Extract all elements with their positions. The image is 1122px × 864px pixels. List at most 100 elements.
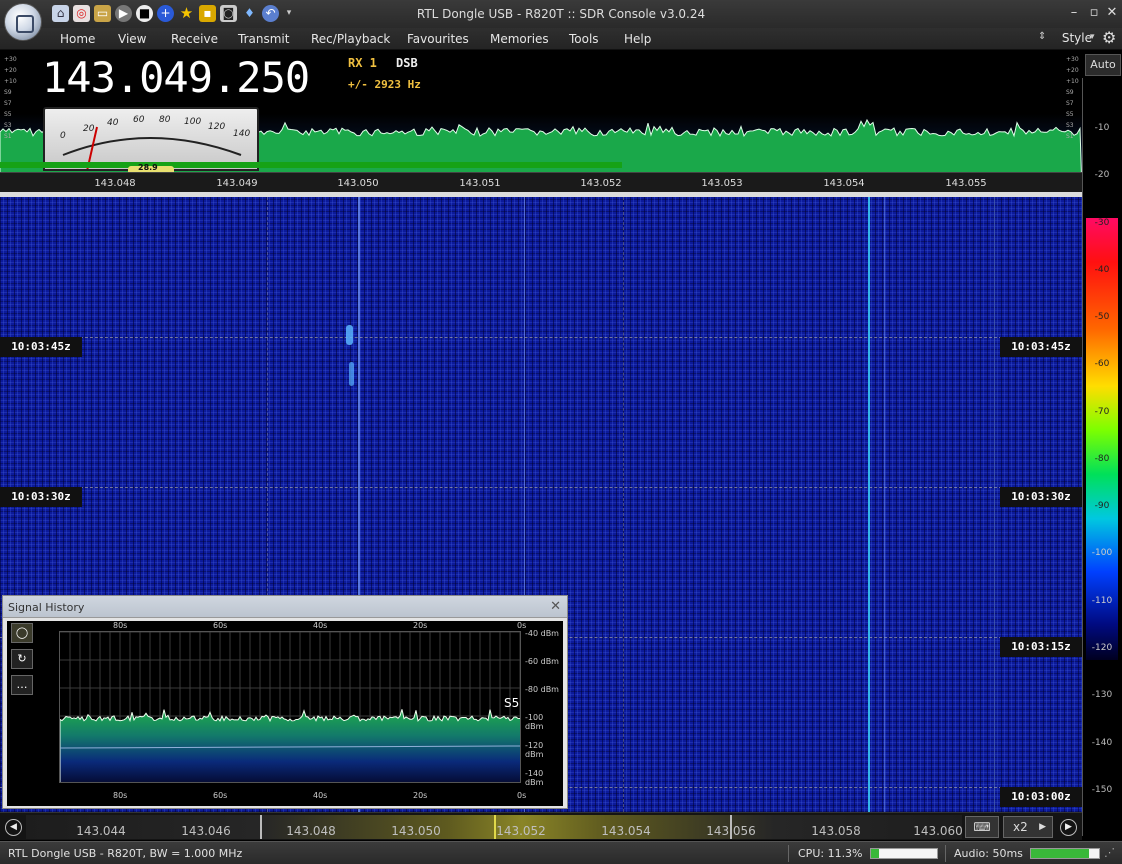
lifebuoy-icon[interactable]: ◎ [73,5,90,22]
colorbar-label: -90 [1094,501,1110,511]
menu-view[interactable]: View [118,32,146,46]
time-axis-label: 40s [313,791,328,800]
keyboard-icon[interactable]: ⌨ [965,816,999,838]
passband-bar[interactable] [0,162,622,168]
menu-rec-playback[interactable]: Rec/Playback [311,32,390,46]
dbm-axis-label: -120 dBm [525,741,544,759]
cpu-meter-fill [871,849,879,858]
audio-meter [1030,848,1100,859]
colorbar-label: -40 [1094,265,1110,275]
signal-history-body: ◯ ↻ … 80s 60s 40s 20s 0s S5 -40 dBm -60 … [7,621,563,806]
meter-tick: 0 [60,131,66,141]
frequency-readout[interactable]: 143.049.250 [42,53,310,102]
zoom-label: x2 [1013,820,1028,834]
ruler-label: 143.054 [823,178,865,189]
panel-title: Signal History [8,601,85,614]
grid-line [0,337,1082,338]
colorbar-label: -100 [1091,548,1113,558]
signal-trace [868,197,870,812]
scroll-left-icon[interactable]: ◀ [5,819,22,836]
rx-label: RX 1 [348,56,377,70]
s-scale-left: +30 +20 +10 S9 S7 S5 S3 S1 [4,56,17,140]
restore-icon[interactable]: ▫ [1086,5,1102,20]
menu-receive[interactable]: Receive [171,32,218,46]
divider [788,845,789,862]
signal-history-title[interactable]: Signal History ✕ [3,596,567,618]
lock-icon[interactable]: ▪ [199,5,216,22]
overview-freq-label: 143.060 [913,824,963,838]
meter-tick: 80 [159,115,171,125]
undo-icon[interactable]: ↶ [262,5,279,22]
signal-history-panel[interactable]: Signal History ✕ ◯ ↻ … 80s 60s 40s 20s 0… [2,595,568,809]
frequency-navigation-bar: ◀ 143.044 143.046 143.048 143.050 143.05… [0,812,1082,840]
time-axis-label: 20s [413,791,428,800]
colorbar-label: -70 [1094,407,1110,417]
colorbar-label: -80 [1094,454,1110,464]
color-scale-bar[interactable] [1086,218,1118,660]
application-menu-button[interactable] [4,3,42,41]
resize-grip-icon[interactable]: ⋰ [1104,846,1115,859]
circle-icon[interactable]: ◯ [11,623,33,643]
time-axis-label: 20s [413,621,428,630]
favourite-star-icon[interactable]: ★ [178,5,195,22]
ruler-label: 143.048 [94,178,136,189]
signal-trace [994,197,995,812]
mode-label[interactable]: DSB [396,56,418,70]
ruler-label: 143.052 [580,178,622,189]
time-axis-label: 80s [113,791,128,800]
zoom-button[interactable]: x2 ▶ [1003,816,1053,838]
dbm-axis-label: -60 dBm [525,657,559,666]
divider [945,845,946,862]
chevron-down-icon[interactable]: ▾ [1090,32,1095,42]
dropdown-arrow-icon[interactable]: ▾ [283,5,295,22]
scale-label: -150 [1091,785,1113,795]
style-menu[interactable]: Style [1062,31,1092,45]
colorbar-label: -120 [1091,643,1113,653]
menu-home[interactable]: Home [60,32,95,46]
meter-tick: 100 [184,117,202,127]
auto-button[interactable]: Auto [1085,54,1121,76]
meter-tick: 140 [233,129,251,139]
menu-bar: Home View Receive Transmit Rec/Playback … [0,28,1122,50]
chevron-updown-icon[interactable]: ⇕ [1038,31,1046,42]
cpu-status: CPU: 11.3% [798,847,863,860]
drop-icon[interactable]: ♦ [241,5,258,22]
home-icon[interactable]: ⌂ [52,5,69,22]
title-bar: RTL Dongle USB - R820T :: SDR Console v3… [0,0,1122,28]
more-icon[interactable]: … [11,675,33,695]
close-icon[interactable]: ✕ [1104,5,1120,20]
menu-tools[interactable]: Tools [569,32,599,46]
menu-help[interactable]: Help [624,32,651,46]
time-axis-label: 60s [213,791,228,800]
time-label: 10:03:45z [0,337,82,357]
menu-memories[interactable]: Memories [490,32,549,46]
scroll-right-icon[interactable]: ▶ [1060,819,1077,836]
time-label: 10:03:15z [1000,637,1082,657]
close-icon[interactable]: ✕ [550,599,561,614]
dbm-axis-label: -40 dBm [525,629,559,638]
frequency-ruler[interactable]: 143.048 143.049 143.050 143.051 143.052 … [0,172,1082,192]
ruler-label: 143.055 [945,178,987,189]
gear-icon[interactable]: ⚙ [1102,28,1116,47]
menu-favourites[interactable]: Favourites [407,32,469,46]
colorbar-label: -60 [1094,359,1110,369]
device-status: RTL Dongle USB - R820T, BW = 1.000 MHz [8,847,243,860]
status-bar: RTL Dongle USB - R820T, BW = 1.000 MHz C… [0,841,1122,864]
signal-history-plot[interactable]: S5 [59,631,521,783]
audio-status: Audio: 50ms [954,847,1023,860]
meter-tick: 20 [83,124,95,134]
refresh-icon[interactable]: ↻ [11,649,33,669]
play-icon[interactable]: ▶ [115,5,132,22]
add-icon[interactable]: + [157,5,174,22]
camera-icon[interactable]: ◙ [220,5,237,22]
folder-icon[interactable]: ▭ [94,5,111,22]
ruler-label: 143.051 [459,178,501,189]
visible-range-selector[interactable] [260,815,732,839]
stop-icon[interactable]: ■ [136,5,153,22]
time-label: 10:03:30z [1000,487,1082,507]
menu-transmit[interactable]: Transmit [238,32,289,46]
time-label: 10:03:00z [1000,787,1082,807]
s-scale-right: +30 +20 +10 S9 S7 S5 S3 S1 [1066,56,1079,140]
ruler-label: 143.053 [701,178,743,189]
minimize-icon[interactable]: – [1066,5,1082,20]
